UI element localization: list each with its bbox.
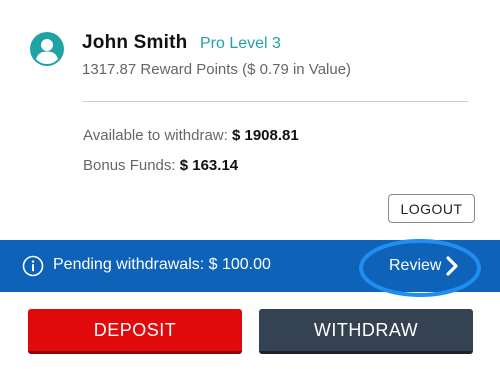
pending-withdrawals-bar: Pending withdrawals: $ 100.00 Review: [0, 240, 500, 292]
user-level-badge: Pro Level 3: [200, 35, 281, 52]
chevron-right-icon: [446, 256, 458, 276]
info-icon: [22, 255, 44, 277]
pending-withdrawals-text: Pending withdrawals: $ 100.00: [53, 256, 271, 273]
withdraw-button[interactable]: WITHDRAW: [259, 309, 473, 354]
divider: [83, 101, 468, 102]
bonus-label: Bonus Funds:: [83, 157, 176, 174]
user-avatar-icon: [30, 32, 64, 66]
reward-points-text: 1317.87 Reward Points ($ 0.79 in Value): [82, 61, 352, 78]
deposit-button[interactable]: DEPOSIT: [28, 309, 242, 354]
available-value: $ 1908.81: [231, 127, 299, 144]
bonus-funds-row: Bonus Funds: $ 163.14: [83, 157, 238, 174]
user-header: John Smith Pro Level 3 1317.87 Reward Po…: [30, 30, 480, 90]
logout-button[interactable]: LOGOUT: [388, 194, 475, 223]
review-label: Review: [389, 257, 442, 274]
account-panel: John Smith Pro Level 3 1317.87 Reward Po…: [0, 0, 500, 369]
review-link[interactable]: Review: [360, 245, 470, 287]
bonus-value: $ 163.14: [179, 157, 239, 174]
available-label: Available to withdraw:: [83, 127, 228, 144]
available-to-withdraw-row: Available to withdraw: $ 1908.81: [83, 127, 299, 144]
user-name: John Smith: [82, 32, 188, 53]
